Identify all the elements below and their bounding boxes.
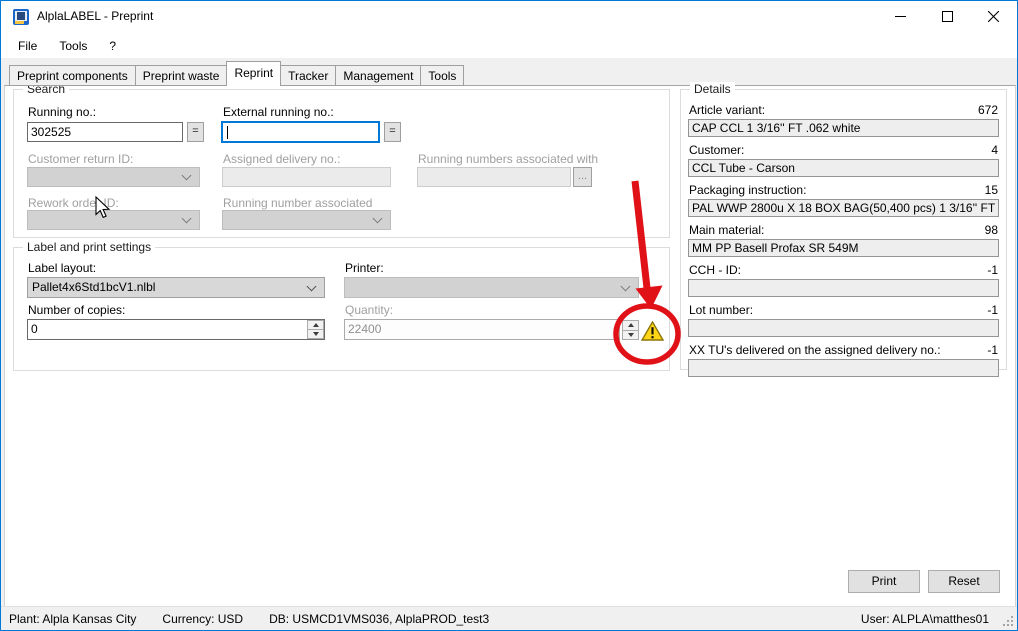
detail-id: 98 xyxy=(985,223,998,237)
reset-button[interactable]: Reset xyxy=(928,570,1000,593)
detail-label: Packaging instruction: xyxy=(689,183,806,197)
status-user: User: ALPLA\matthes01 xyxy=(861,612,989,626)
customer-return-id-combobox xyxy=(27,167,200,187)
detail-label: Main material: xyxy=(689,223,764,237)
tab-management[interactable]: Management xyxy=(335,65,421,86)
running-numbers-associated-with-label: Running numbers associated with xyxy=(418,152,598,166)
title-bar: AlplaLABEL - Preprint xyxy=(1,1,1017,33)
detail-value: PAL WWP 2800u X 18 BOX BAG(50,400 pcs) 1… xyxy=(688,199,999,217)
detail-value xyxy=(688,319,999,337)
printer-combobox[interactable] xyxy=(344,277,639,298)
details-group: Details Article variant:672 CAP CCL 1 3/… xyxy=(680,89,1007,370)
running-numbers-browse-button: ... xyxy=(573,167,592,187)
tab-strip: Preprint components Preprint waste Repri… xyxy=(9,61,463,86)
label-layout-label: Label layout: xyxy=(28,261,96,275)
label-layout-combobox[interactable]: Pallet4x6Std1bcV1.nlbl xyxy=(27,277,325,298)
number-of-copies-spinner[interactable] xyxy=(307,320,324,339)
detail-id: -1 xyxy=(987,263,998,277)
tab-preprint-components[interactable]: Preprint components xyxy=(9,65,136,86)
detail-id: -1 xyxy=(987,303,998,317)
details-group-title: Details xyxy=(690,82,735,96)
detail-row-cch-id: CCH - ID: -1 xyxy=(688,262,999,297)
tab-reprint[interactable]: Reprint xyxy=(226,61,281,86)
assigned-delivery-no-label: Assigned delivery no.: xyxy=(223,152,340,166)
detail-row-packaging-instruction: Packaging instruction: 15 PAL WWP 2800u X… xyxy=(688,182,999,217)
chevron-down-icon xyxy=(373,214,383,224)
detail-id: -1 xyxy=(987,343,998,357)
tab-tools[interactable]: Tools xyxy=(420,65,464,86)
detail-value: CCL Tube - Carson xyxy=(688,159,999,177)
menu-bar: File Tools ? xyxy=(1,33,1017,58)
assigned-delivery-no-input xyxy=(222,167,391,187)
quantity-label: Quantity: xyxy=(345,303,393,317)
label-print-settings-title: Label and print settings xyxy=(23,240,155,254)
detail-label: XX TU's delivered on the assigned delive… xyxy=(689,343,941,357)
detail-id: 672 xyxy=(978,103,998,117)
running-number-associated-label: Running number associated xyxy=(223,196,372,210)
tab-preprint-waste[interactable]: Preprint waste xyxy=(135,65,228,86)
number-of-copies-label: Number of copies: xyxy=(28,303,125,317)
external-running-no-label: External running no.: xyxy=(223,105,334,119)
running-numbers-associated-with-input xyxy=(417,167,571,187)
detail-label: Lot number: xyxy=(689,303,753,317)
tab-tracker[interactable]: Tracker xyxy=(280,65,336,86)
maximize-button[interactable] xyxy=(925,1,970,32)
external-running-no-equals-button[interactable]: = xyxy=(384,122,401,142)
chevron-down-icon xyxy=(307,281,317,291)
detail-row-article-variant: Article variant: 672 CAP CCL 1 3/16'' FT … xyxy=(688,102,999,137)
detail-label: CCH - ID: xyxy=(689,263,741,277)
status-plant: Plant: Alpla Kansas City xyxy=(9,612,136,626)
chevron-down-icon xyxy=(182,214,192,224)
menu-tools[interactable]: Tools xyxy=(48,36,98,56)
resize-grip[interactable] xyxy=(1002,615,1015,628)
detail-row-main-material: Main material: 98 MM PP Basell Profax SR … xyxy=(688,222,999,257)
detail-label: Customer: xyxy=(689,143,744,157)
warning-icon xyxy=(641,321,664,341)
minimize-button[interactable] xyxy=(878,1,923,32)
app-icon xyxy=(12,8,30,26)
detail-id: 4 xyxy=(991,143,998,157)
printer-label: Printer: xyxy=(345,261,384,275)
app-window: AlplaLABEL - Preprint File Tools ? Prepr… xyxy=(0,0,1018,631)
spin-up-icon[interactable] xyxy=(622,320,639,331)
detail-row-tus-delivered: XX TU's delivered on the assigned delive… xyxy=(688,342,999,377)
menu-file[interactable]: File xyxy=(7,36,48,56)
window-title: AlplaLABEL - Preprint xyxy=(37,9,153,23)
text-caret xyxy=(227,126,228,139)
chevron-down-icon xyxy=(182,171,192,181)
detail-row-lot-number: Lot number: -1 xyxy=(688,302,999,337)
close-button[interactable] xyxy=(971,1,1016,32)
spin-down-icon[interactable] xyxy=(622,331,639,341)
detail-value: CAP CCL 1 3/16'' FT .062 white xyxy=(688,119,999,137)
status-bar: Plant: Alpla Kansas City Currency: USD D… xyxy=(1,606,1017,630)
running-no-equals-button[interactable]: = xyxy=(187,122,204,142)
quantity-input: 22400 xyxy=(344,319,620,340)
detail-value: MM PP Basell Profax SR 549M xyxy=(688,239,999,257)
spin-down-icon[interactable] xyxy=(307,330,324,339)
number-of-copies-input[interactable]: 0 xyxy=(27,319,325,340)
chevron-down-icon xyxy=(621,281,631,291)
quantity-spinner[interactable] xyxy=(622,320,639,340)
status-db: DB: USMCD1VMS036, AlplaPROD_test3 xyxy=(269,612,489,626)
running-no-input[interactable]: 302525 xyxy=(27,122,183,142)
customer-return-id-label: Customer return ID: xyxy=(28,152,133,166)
external-running-no-input[interactable] xyxy=(221,121,380,143)
print-button[interactable]: Print xyxy=(848,570,920,593)
rework-order-id-combobox xyxy=(27,210,200,230)
detail-row-customer: Customer: 4 CCL Tube - Carson xyxy=(688,142,999,177)
detail-id: 15 xyxy=(985,183,998,197)
status-currency: Currency: USD xyxy=(162,612,243,626)
running-no-label: Running no.: xyxy=(28,105,96,119)
detail-value xyxy=(688,279,999,297)
rework-order-id-label: Rework order ID: xyxy=(28,196,119,210)
detail-value xyxy=(688,359,999,377)
spin-up-icon[interactable] xyxy=(307,320,324,330)
menu-help[interactable]: ? xyxy=(98,36,127,56)
running-number-associated-combobox xyxy=(222,210,391,230)
detail-label: Article variant: xyxy=(689,103,765,117)
